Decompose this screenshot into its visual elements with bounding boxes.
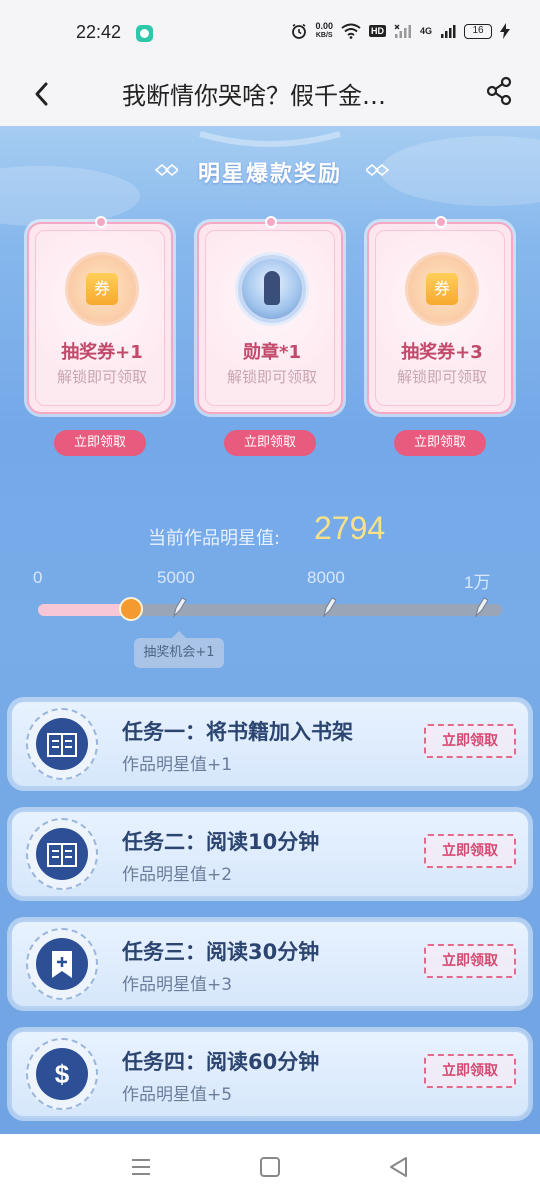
- gift-marker-icon: [474, 597, 489, 618]
- ticket-icon: 券: [65, 252, 139, 326]
- reward-status: 解锁即可领取: [56, 368, 147, 386]
- reward-status: 解锁即可领取: [396, 368, 487, 386]
- reward-card-2: 勋章*1 解锁即可领取: [197, 216, 343, 414]
- card-pin-icon: [95, 216, 107, 228]
- task-title: 任务四：阅读60分钟: [122, 1050, 320, 1074]
- rewards-title: 明星爆款奖励: [197, 162, 342, 187]
- card-pin-icon: [265, 216, 277, 228]
- net-speed: 0.00 KB/S: [315, 21, 333, 40]
- reward-name: 抽奖券+3: [401, 342, 483, 363]
- ticket-icon: 券: [405, 252, 479, 326]
- signal-icon: [394, 24, 411, 38]
- back-icon[interactable]: [386, 1154, 412, 1180]
- charging-icon: [500, 23, 510, 39]
- wifi-icon: [341, 23, 361, 39]
- gift-marker-icon: [172, 597, 187, 618]
- dollar-icon: $: [26, 1038, 98, 1110]
- progress-knob-icon: [118, 597, 143, 621]
- star-value: 2794: [314, 510, 386, 546]
- task-title: 任务一：将书籍加入书架: [122, 720, 353, 744]
- progress-tick: 0: [33, 568, 43, 587]
- app-notification-icon: [136, 25, 153, 42]
- home-icon[interactable]: [257, 1154, 283, 1180]
- alarm-icon: [292, 23, 307, 39]
- pavilion-decoration: [199, 131, 341, 147]
- book-icon: [26, 818, 98, 890]
- reward-name: 勋章*1: [243, 342, 301, 363]
- book-icon: [26, 708, 98, 780]
- status-icons: 0.00 KB/S HD 4G 16: [291, 22, 510, 40]
- share-icon[interactable]: [484, 76, 514, 106]
- progress-tick: 8000: [307, 568, 345, 587]
- hd-badge: HD: [368, 25, 386, 37]
- task-reward: 作品明星值+5: [122, 1085, 233, 1105]
- reward-card-3: 券 抽奖券+3 解锁即可领取: [367, 216, 513, 414]
- task-4-claim-button[interactable]: 立即领取: [424, 1054, 516, 1088]
- task-card-1: 任务一：将书籍加入书架 作品明星值+1 立即领取: [10, 700, 530, 788]
- star-value-label: 当前作品明星值:: [148, 528, 281, 549]
- task-reward: 作品明星值+2: [122, 865, 233, 885]
- task-2-claim-button[interactable]: 立即领取: [424, 834, 516, 868]
- medal-icon: [235, 252, 309, 326]
- progress-tick: 5000: [157, 568, 195, 587]
- task-reward: 作品明星值+3: [122, 975, 233, 995]
- task-3-claim-button[interactable]: 立即领取: [424, 944, 516, 978]
- status-time: 22:42: [76, 22, 122, 42]
- task-card-2: 任务二：阅读10分钟 作品明星值+2 立即领取: [10, 810, 530, 898]
- system-nav-bar: [0, 1134, 540, 1200]
- menu-icon[interactable]: [128, 1154, 154, 1180]
- claim-reward-3-button[interactable]: 立即领取: [394, 430, 486, 456]
- main-content: 明星爆款奖励 券 抽奖券+1 解锁即可领取 立即领取 勋章*1 解锁即可领取 立…: [0, 126, 540, 1134]
- chevron-left-icon[interactable]: [28, 74, 58, 114]
- task-1-claim-button[interactable]: 立即领取: [424, 724, 516, 758]
- gift-marker-icon: [322, 597, 337, 618]
- progress-fill: [38, 604, 131, 616]
- task-title: 任务二：阅读10分钟: [122, 830, 320, 854]
- task-card-3: 任务三：阅读30分钟 作品明星值+3 立即领取: [10, 920, 530, 1008]
- task-reward: 作品明星值+1: [122, 755, 233, 775]
- reward-card-1: 券 抽奖券+1 解锁即可领取: [27, 216, 173, 414]
- top-nav-bar: 我断情你哭啥？假千金…: [0, 62, 540, 126]
- page-title: 我断情你哭啥？假千金…: [122, 82, 386, 110]
- battery-icon: 16: [464, 23, 492, 39]
- reward-name: 抽奖券+1: [61, 342, 143, 363]
- title-right-deco-icon: [366, 164, 390, 176]
- svg-text:$: $: [55, 1059, 70, 1089]
- milestone-tooltip: 抽奖机会+1: [134, 631, 224, 668]
- task-card-4: $ 任务四：阅读60分钟 作品明星值+5 立即领取: [10, 1030, 530, 1118]
- card-pin-icon: [435, 216, 447, 228]
- signal-type: 4G: [419, 26, 432, 36]
- claim-reward-2-button[interactable]: 立即领取: [224, 430, 316, 456]
- claim-reward-1-button[interactable]: 立即领取: [54, 430, 146, 456]
- task-title: 任务三：阅读30分钟: [122, 940, 320, 964]
- bookmark-plus-icon: [26, 928, 98, 1000]
- reward-status: 解锁即可领取: [226, 368, 317, 386]
- progress-tick: 1万: [464, 573, 491, 592]
- progress-track: [38, 604, 502, 616]
- status-bar: 22:42 0.00 KB/S HD 4G 16: [0, 0, 540, 62]
- signal-bars-icon: [441, 25, 456, 38]
